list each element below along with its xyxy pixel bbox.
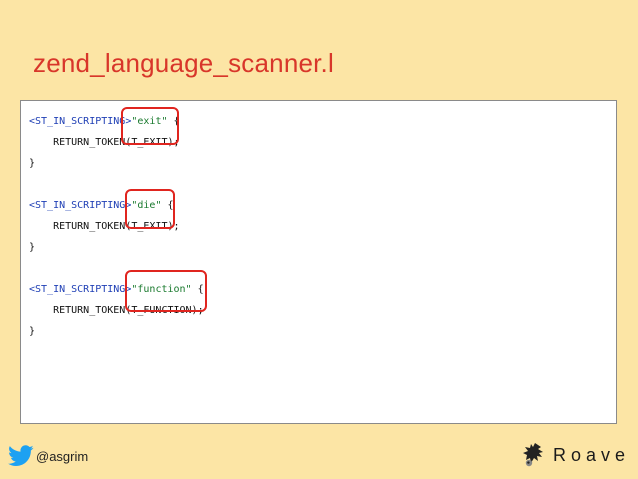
twitter-handle[interactable]: @asgrim xyxy=(8,444,88,468)
code-panel: <ST_IN_SCRIPTING>"exit" { RETURN_TOKEN(T… xyxy=(20,100,617,424)
twitter-handle-text: @asgrim xyxy=(36,448,89,464)
highlight-box-exit xyxy=(121,107,179,145)
twitter-icon xyxy=(8,445,34,466)
code-tag: <ST_IN_SCRIPTING> xyxy=(29,284,132,295)
code-tag: <ST_IN_SCRIPTING> xyxy=(29,116,132,127)
brand: Roave xyxy=(521,440,630,470)
slide-title: zend_language_scanner.l xyxy=(33,48,334,78)
code-line: } xyxy=(29,158,36,169)
code-tag: <ST_IN_SCRIPTING> xyxy=(29,200,132,211)
code-line: } xyxy=(29,242,36,253)
roave-logo-icon xyxy=(522,443,543,467)
code-line: } xyxy=(29,326,36,337)
highlight-box-function xyxy=(125,270,207,312)
brand-name: Roave xyxy=(552,444,630,465)
highlight-box-die xyxy=(125,189,175,229)
